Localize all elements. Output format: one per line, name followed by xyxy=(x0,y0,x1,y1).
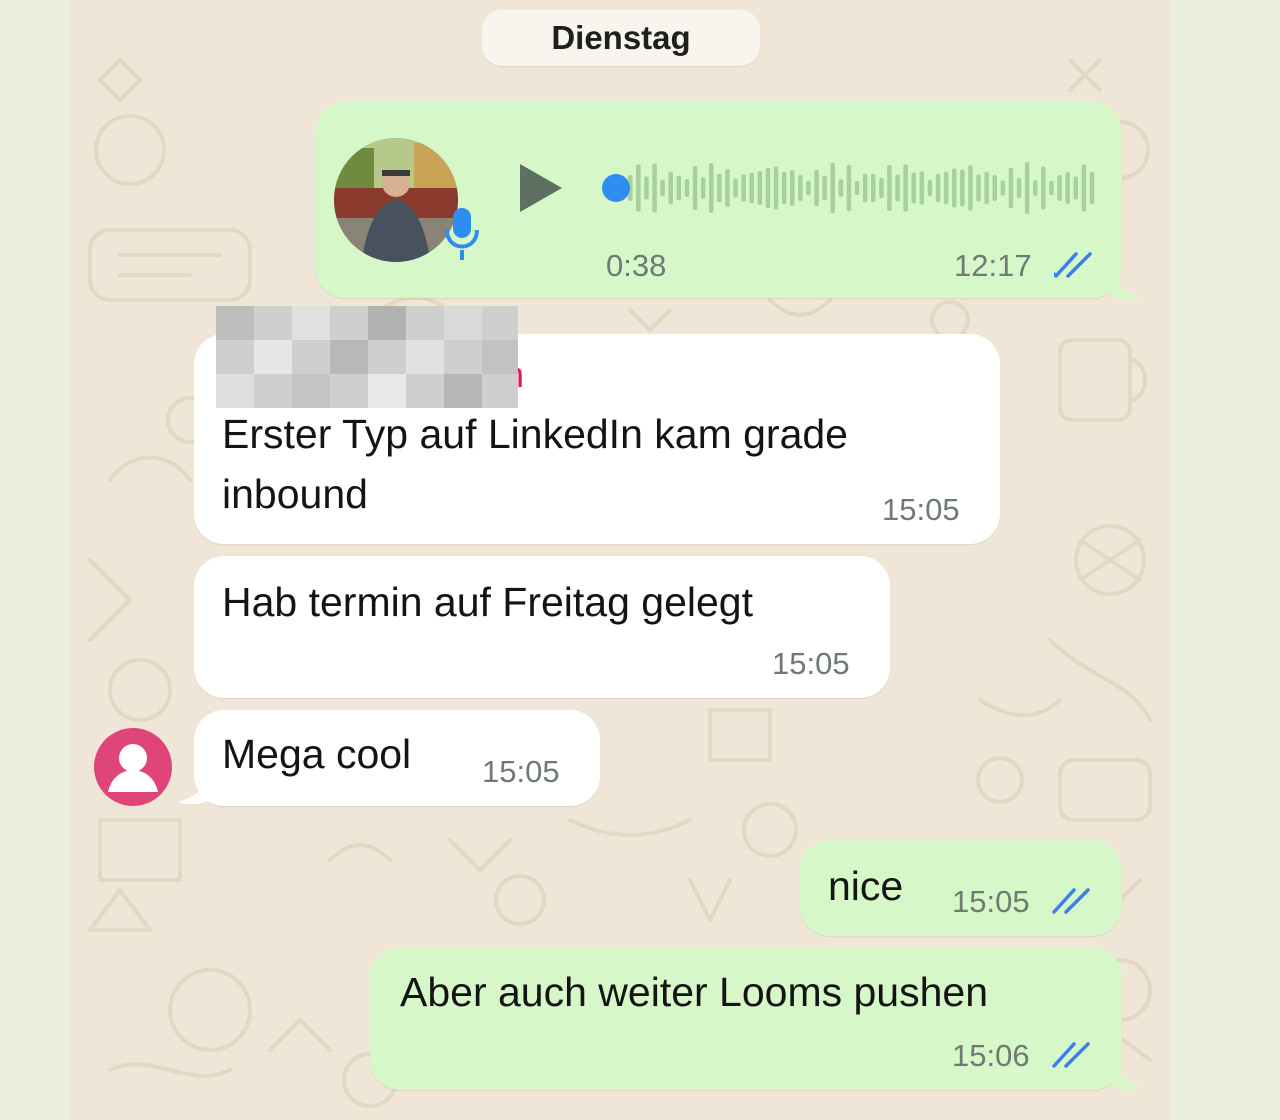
waveform-bar xyxy=(927,180,933,196)
waveform-bar xyxy=(952,168,957,208)
message-time: 15:06 xyxy=(952,1038,1030,1073)
message-text: Hab termin auf Freitag gelegt xyxy=(222,579,753,625)
waveform-bar xyxy=(911,172,916,204)
waveform-bar xyxy=(968,165,973,211)
avatar[interactable] xyxy=(94,728,172,806)
waveform-bar xyxy=(1065,172,1070,204)
waveform-bar xyxy=(960,169,965,207)
incoming-message-bubble[interactable]: Hab termin auf Freitag gelegt 15:05 xyxy=(194,556,890,698)
waveform-bar xyxy=(692,166,698,210)
redacted-sender-name xyxy=(216,306,518,408)
waveform-bar xyxy=(790,170,795,206)
audio-waveform[interactable] xyxy=(602,154,1102,222)
waveform-bar xyxy=(1033,180,1038,196)
waveform-bar xyxy=(822,175,827,201)
outgoing-message-bubble[interactable]: Aber auch weiter Looms pushen 15:06 xyxy=(370,948,1122,1090)
waveform-bar xyxy=(862,173,868,203)
waveform-bar xyxy=(733,178,738,198)
waveform-bar xyxy=(660,179,665,197)
waveform-bar xyxy=(838,179,844,197)
waveform-bar xyxy=(757,171,763,205)
playback-scrubber[interactable] xyxy=(602,174,630,202)
bubble-tail xyxy=(1110,1056,1144,1091)
waveform-bar xyxy=(668,171,673,205)
incoming-message-bubble[interactable]: Mega cool 15:05 xyxy=(194,710,600,806)
waveform-bar xyxy=(871,174,876,202)
waveform-bar xyxy=(984,171,989,205)
waveform-bar xyxy=(976,174,981,202)
waveform-bar xyxy=(644,176,649,200)
outgoing-message-bubble[interactable]: nice 15:05 xyxy=(800,840,1122,936)
waveform-bar xyxy=(709,163,714,213)
waveform-bar xyxy=(676,175,682,201)
sender-profile-photo xyxy=(334,138,458,262)
message-time: 12:17 xyxy=(954,248,1032,283)
message-time: 15:05 xyxy=(952,884,1030,919)
message-text: Aber auch weiter Looms pushen xyxy=(400,969,989,1015)
waveform-bar xyxy=(943,171,949,205)
bubble-tail xyxy=(178,770,212,805)
waveform-bar xyxy=(992,175,997,201)
person-placeholder-icon xyxy=(108,744,158,792)
play-icon[interactable] xyxy=(516,162,564,214)
message-time: 15:05 xyxy=(772,646,850,681)
waveform-bar xyxy=(1081,164,1087,212)
waveform-bar xyxy=(725,169,730,207)
double-check-read-icon xyxy=(1052,888,1090,914)
waveform-bar xyxy=(1008,167,1014,209)
waveform-bar xyxy=(1057,175,1062,201)
waveform-bar xyxy=(773,166,779,210)
message-time: 15:05 xyxy=(882,492,960,527)
waveform-bar xyxy=(781,172,787,204)
voice-message-bubble[interactable]: 0:38 12:17 xyxy=(316,102,1122,298)
message-text: nice xyxy=(828,863,904,909)
waveform-bar xyxy=(700,177,706,199)
waveform-bar xyxy=(749,172,754,204)
waveform-bar xyxy=(652,163,657,213)
message-text: Mega cool xyxy=(222,731,412,777)
waveform-bar xyxy=(935,173,941,203)
waveform-bar xyxy=(684,178,690,198)
waveform-bar xyxy=(879,178,884,198)
message-time: 15:05 xyxy=(482,754,560,789)
waveform-bar xyxy=(717,173,722,203)
double-check-read-icon xyxy=(1052,1042,1090,1068)
waveform-bar xyxy=(636,164,641,212)
microphone-icon xyxy=(445,208,479,260)
waveform-bar xyxy=(1073,176,1078,200)
waveform-bar xyxy=(895,174,900,202)
waveform-bar xyxy=(1049,180,1054,196)
waveform-bar xyxy=(854,180,860,196)
waveform-bar xyxy=(1041,166,1046,210)
waveform-bar xyxy=(798,175,803,201)
waveform-bar xyxy=(1024,162,1030,214)
waveform-bar xyxy=(887,164,892,212)
waveform-bar xyxy=(765,167,771,209)
waveform-bar xyxy=(1016,177,1022,199)
message-text: inbound xyxy=(222,471,368,517)
waveform-bar xyxy=(806,180,811,196)
waveform-bar xyxy=(741,174,746,202)
waveform-bar xyxy=(1000,180,1006,196)
waveform-bar xyxy=(903,164,908,212)
waveform-bar xyxy=(814,169,819,207)
bubble-tail xyxy=(1110,268,1144,301)
double-check-read-icon xyxy=(1054,252,1092,278)
waveform-bar xyxy=(919,171,925,205)
date-separator: Dienstag xyxy=(482,10,760,66)
waveform-bar xyxy=(1089,171,1095,205)
voice-duration: 0:38 xyxy=(606,248,667,283)
message-text: Erster Typ auf LinkedIn kam grade xyxy=(222,411,848,457)
waveform-bar xyxy=(830,162,835,214)
chat-area[interactable]: Dienstag 0:38 12:17 Erster Typ auf Linke… xyxy=(70,0,1170,1120)
waveform-bar xyxy=(846,164,852,212)
